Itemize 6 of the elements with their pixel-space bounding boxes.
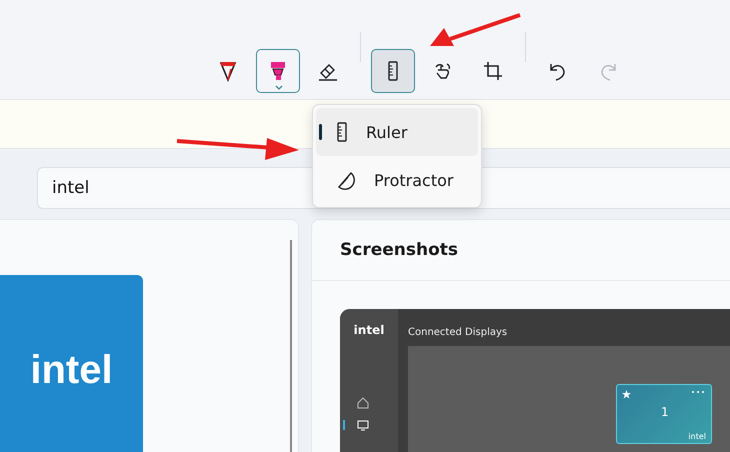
app-logo: intel: [0, 275, 143, 452]
panel-title: Screenshots: [312, 220, 730, 281]
screen-title: Connected Displays: [407, 327, 508, 338]
display-number: 1: [661, 405, 669, 419]
brand-text: intel: [688, 432, 706, 441]
logo-text: intel: [354, 323, 384, 337]
